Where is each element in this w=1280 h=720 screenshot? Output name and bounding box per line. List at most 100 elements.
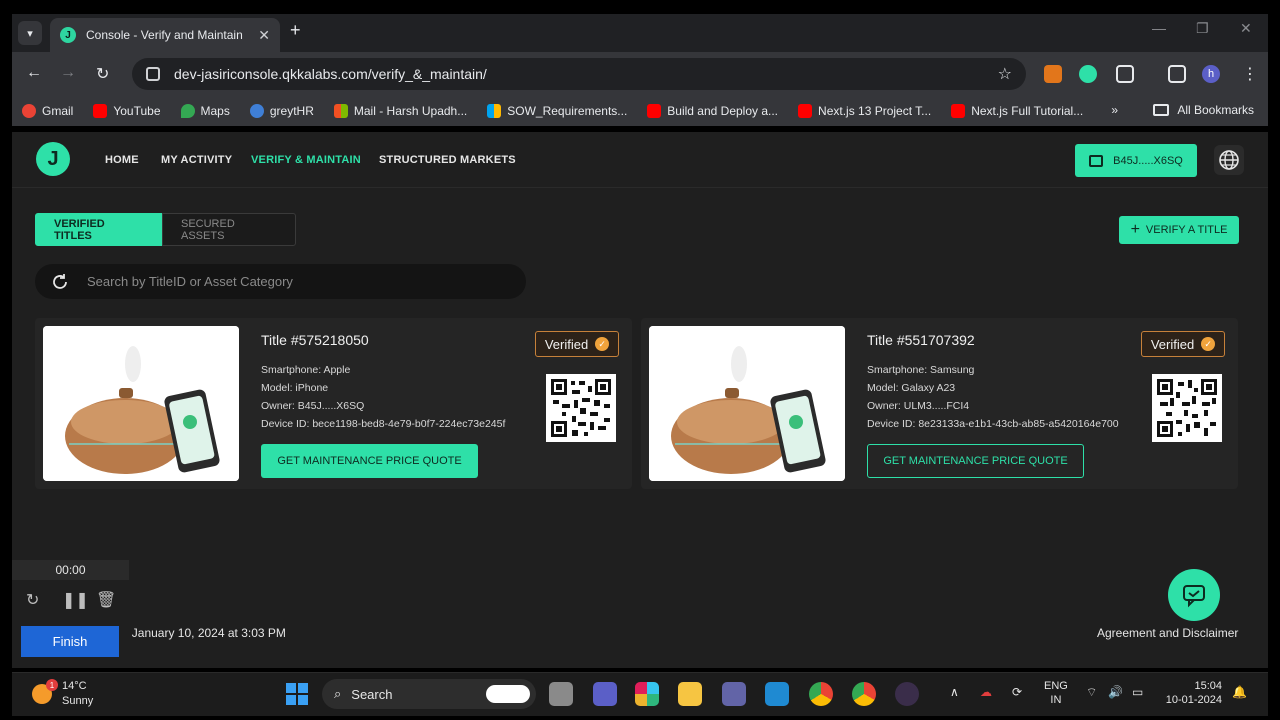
weather-badge: 1 (46, 679, 58, 691)
browser-tabstrip: ▾ J Console - Verify and Maintain ✕ + — … (12, 14, 1268, 52)
side-panel-icon[interactable] (1168, 65, 1186, 83)
folder-icon (1153, 104, 1170, 116)
wallet-address: B45J.....X6SQ (1113, 154, 1183, 167)
all-bookmarks[interactable]: All Bookmarks (1153, 103, 1254, 117)
notification-bell-icon[interactable]: 🔔 (1232, 685, 1247, 699)
qr-code (546, 374, 616, 442)
vscode-icon[interactable] (765, 682, 789, 706)
shield-check-icon: ✓ (595, 337, 610, 351)
restart-icon[interactable]: ↻ (26, 590, 39, 610)
bookmark-greythr[interactable]: greytHR (249, 104, 314, 118)
new-tab-icon[interactable]: + (290, 20, 301, 41)
system-clock[interactable]: 15:04 10-01-2024 (1162, 679, 1222, 707)
microsoft-icon (487, 104, 502, 118)
greythr-icon (249, 104, 264, 118)
recorder-app-icon[interactable] (895, 682, 919, 706)
pause-icon[interactable]: ❚❚ (62, 590, 89, 610)
search-icon: ⌕ (334, 686, 342, 701)
bookmark-mail[interactable]: Mail - Harsh Upadh... (333, 104, 467, 118)
metamask-extension-icon[interactable] (1044, 65, 1062, 83)
bookmark-sow[interactable]: SOW_Requirements... (487, 104, 627, 118)
bookmark-nextjs-tutorial[interactable]: Next.js Full Tutorial... (951, 104, 1083, 118)
reload-icon[interactable]: ↻ (96, 64, 109, 84)
nav-structured-markets[interactable]: STRUCTURED MARKETS (379, 154, 516, 166)
refresh-search-icon[interactable] (51, 273, 69, 291)
bookmark-build-deploy[interactable]: Build and Deploy a... (647, 104, 778, 118)
maps-icon (180, 104, 195, 118)
nav-my-activity[interactable]: MY ACTIVITY (161, 154, 232, 166)
youtube-icon (93, 104, 108, 118)
language-button[interactable] (1214, 145, 1244, 175)
bookmarks-overflow-icon[interactable]: » (1111, 103, 1118, 117)
wallet-button[interactable]: B45J.....X6SQ (1075, 144, 1197, 177)
verified-badge: Verified ✓ (1141, 331, 1225, 357)
footer-date: y, January 10, 2024 at 3:03 PM (120, 626, 286, 640)
taskbar-search[interactable]: ⌕ Search (322, 679, 536, 709)
tray-overflow-icon[interactable]: ∧ (950, 685, 959, 699)
card-device-id: Device ID: bece1198-bed8-4e79-b0f7-224ec… (261, 418, 506, 430)
tab-secured-assets[interactable]: SECURED ASSETS (162, 213, 296, 246)
site-info-icon[interactable] (146, 67, 160, 81)
bookmark-nextjs13[interactable]: Next.js 13 Project T... (798, 104, 931, 118)
plus-icon: + (1130, 221, 1140, 238)
teams-chat-icon[interactable] (593, 682, 617, 706)
forward-icon[interactable]: → (60, 64, 76, 82)
tab-verified-titles[interactable]: VERIFIED TITLES (35, 213, 162, 246)
verify-title-button[interactable]: + VERIFY A TITLE (1119, 216, 1239, 244)
sync-icon[interactable]: ⟳ (1012, 685, 1022, 699)
restore-icon[interactable]: ❐ (1196, 20, 1209, 37)
windows-start-icon[interactable] (285, 682, 309, 706)
trash-icon[interactable]: 🗑 (96, 590, 116, 610)
google-icon (22, 104, 36, 118)
cloud-error-icon[interactable]: ☁ (980, 685, 992, 699)
tab-close-icon[interactable]: ✕ (258, 27, 270, 44)
tab-title: Console - Verify and Maintain (86, 28, 243, 42)
url-text: dev-jasiriconsole.qkkalabs.com/verify_&_… (174, 66, 487, 82)
agreement-button[interactable] (1168, 569, 1220, 621)
finish-recording-button[interactable]: Finish (21, 626, 119, 657)
get-quote-button[interactable]: GET MAINTENANCE PRICE QUOTE (867, 444, 1084, 478)
microsoft-icon (333, 104, 348, 118)
shield-check-icon: ✓ (1201, 337, 1216, 351)
globe-icon (1219, 150, 1239, 170)
wifi-icon[interactable]: ⌔ (1086, 685, 1097, 700)
search-highlight-icon (486, 685, 530, 703)
volume-icon[interactable]: 🔊 (1108, 685, 1123, 699)
language-indicator[interactable]: ENG IN (1044, 679, 1068, 707)
profile-avatar[interactable]: h (1202, 65, 1220, 83)
bookmark-youtube[interactable]: YouTube (93, 104, 161, 118)
slack-icon[interactable] (635, 682, 659, 706)
back-icon[interactable]: ← (26, 64, 42, 82)
bookmark-maps[interactable]: Maps (180, 104, 230, 118)
youtube-icon (951, 104, 966, 118)
chrome-profile-icon[interactable] (852, 682, 876, 706)
nav-verify-maintain[interactable]: VERIFY & MAINTAIN (251, 154, 361, 166)
windows-taskbar: 1 14°C Sunny ⌕ Search ∧ ☁ ⟳ ENG IN ⌔ 🔊 ▭… (12, 672, 1268, 716)
recorder-timer: 00:00 (12, 560, 129, 580)
chrome-icon[interactable] (809, 682, 833, 706)
file-explorer-icon[interactable] (678, 682, 702, 706)
window-close-icon[interactable]: ✕ (1240, 20, 1252, 37)
bookmarks-bar: Gmail YouTube Maps greytHR Mail - Harsh … (12, 96, 1268, 126)
tab-search-menu-icon[interactable]: ▾ (18, 21, 42, 45)
card-title: Title #575218050 (261, 332, 369, 348)
bookmark-star-icon[interactable]: ☆ (998, 64, 1012, 84)
search-bar (35, 264, 526, 299)
battery-icon[interactable]: ▭ (1132, 685, 1143, 699)
jasiri-logo[interactable]: J (36, 142, 70, 176)
browser-tab-active[interactable]: J Console - Verify and Maintain ✕ (50, 18, 280, 52)
card-device-id: Device ID: 8e23133a-e1b1-43cb-ab85-a5420… (867, 418, 1119, 430)
more-menu-icon[interactable]: ⋮ (1242, 64, 1258, 84)
minimize-icon[interactable]: — (1152, 20, 1166, 36)
extensions-icon[interactable] (1116, 65, 1134, 83)
title-type-toggle: VERIFIED TITLES SECURED ASSETS (35, 213, 296, 246)
bookmark-gmail[interactable]: Gmail (22, 104, 73, 118)
search-input[interactable] (87, 274, 487, 289)
task-view-icon[interactable] (549, 682, 573, 706)
weather-widget[interactable]: 1 14°C Sunny (32, 679, 93, 709)
teams-icon[interactable] (722, 682, 746, 706)
jasiri-extension-icon[interactable] (1079, 65, 1097, 83)
address-bar[interactable]: dev-jasiriconsole.qkkalabs.com/verify_&_… (132, 58, 1026, 90)
nav-home[interactable]: HOME (105, 154, 139, 166)
get-quote-button[interactable]: GET MAINTENANCE PRICE QUOTE (261, 444, 478, 478)
